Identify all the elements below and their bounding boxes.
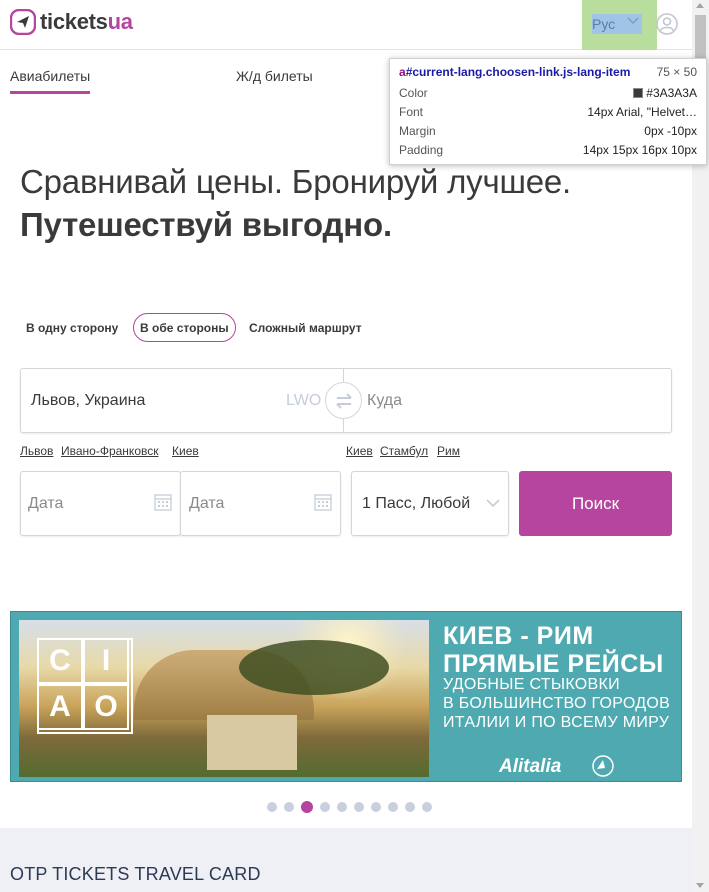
- quick-origin-link[interactable]: Львов: [20, 444, 53, 458]
- carousel-dot[interactable]: [388, 802, 398, 812]
- inspector-label: Font: [399, 104, 424, 119]
- chevron-down-icon: [486, 499, 500, 508]
- banner-title: ПРЯМЫЕ РЕЙСЫ: [443, 650, 664, 678]
- carousel-dot[interactable]: [337, 802, 347, 812]
- carousel-dot[interactable]: [301, 801, 313, 813]
- origin-input[interactable]: Львов, Украина: [31, 392, 145, 410]
- trip-round-trip[interactable]: В обе стороны: [133, 313, 236, 342]
- banner-subtitle: УДОБНЫЕ СТЫКОВКИ: [443, 676, 620, 693]
- logo[interactable]: ticketsua: [10, 9, 133, 35]
- inspector-label: Padding: [399, 142, 444, 157]
- color-swatch: [633, 87, 644, 98]
- scroll-up-arrow[interactable]: [696, 3, 704, 8]
- trip-multi-city[interactable]: Сложный маршрут: [243, 313, 368, 342]
- section-title: OTP TICKETS TRAVEL CARD: [10, 864, 261, 884]
- tab-avia[interactable]: Авиабилеты: [10, 68, 90, 84]
- passengers-value: 1 Пасс, Любой: [362, 495, 471, 512]
- banner-title: КИЕВ - РИМ: [443, 622, 594, 650]
- calendar-icon: [314, 494, 332, 511]
- banner-subtitle: В БОЛЬШИНСТВО ГОРОДОВ: [443, 695, 671, 712]
- swap-button[interactable]: [325, 382, 362, 419]
- promo-banner[interactable]: C I A O КИЕВ - РИМ ПРЯМЫЕ РЕЙСЫ УДОБНЫЕ …: [10, 611, 682, 782]
- chevron-down-icon: [627, 17, 639, 25]
- tab-active-indicator: [10, 91, 90, 94]
- trip-one-way[interactable]: В одну сторону: [20, 313, 124, 342]
- return-date-placeholder: Дата: [189, 495, 225, 512]
- inspector-label: Color: [399, 85, 428, 100]
- inspector-value: 0px -10px: [644, 123, 697, 138]
- destination-input[interactable]: Куда: [367, 392, 402, 410]
- search-button[interactable]: Поиск: [519, 471, 672, 536]
- quick-destination-link[interactable]: Стамбул: [380, 444, 428, 458]
- hero-subheadline: Путешествуй выгодно.: [20, 206, 392, 243]
- devtools-inspector-tooltip: a#current-lang.choosen-link.js-lang-item…: [389, 58, 707, 165]
- inspector-value: #3A3A3A: [646, 85, 697, 100]
- calendar-icon: [154, 494, 172, 511]
- inspector-size: 75 × 50: [656, 65, 697, 79]
- quick-origin-link[interactable]: Киев: [172, 444, 199, 458]
- inspector-selector: a#current-lang.choosen-link.js-lang-item: [399, 65, 631, 79]
- ciao-logo: C I A O: [37, 638, 133, 734]
- carousel-dots: [267, 801, 432, 813]
- carousel-dot[interactable]: [354, 802, 364, 812]
- scroll-down-arrow[interactable]: [696, 883, 704, 888]
- origin-iata: LWO: [286, 392, 322, 409]
- quick-destination-link[interactable]: Киев: [346, 444, 373, 458]
- logo-icon: [10, 9, 36, 35]
- tab-rail[interactable]: Ж/д билеты: [236, 68, 313, 84]
- quick-destination-link[interactable]: Рим: [437, 444, 460, 458]
- inspector-value: 14px 15px 16px 10px: [582, 142, 697, 157]
- alitalia-logo: Alitalia: [499, 756, 562, 777]
- carousel-dot[interactable]: [284, 802, 294, 812]
- rome-photo: C I A O: [19, 620, 429, 777]
- carousel-dot[interactable]: [320, 802, 330, 812]
- swap-icon: [335, 392, 352, 409]
- current-lang[interactable]: Рус: [592, 16, 615, 32]
- carousel-dot[interactable]: [267, 802, 277, 812]
- banner-subtitle: ИТАЛИИ И ПО ВСЕМУ МИРУ: [443, 714, 670, 731]
- user-icon[interactable]: [656, 13, 678, 35]
- quick-origin-link[interactable]: Ивано-Франковск: [61, 444, 158, 458]
- alitalia-emblem-icon: [592, 755, 614, 777]
- logo-text: ticketsua: [40, 9, 133, 34]
- carousel-dot[interactable]: [405, 802, 415, 812]
- carousel-dot[interactable]: [422, 802, 432, 812]
- inspector-label: Margin: [399, 123, 436, 138]
- carousel-dot[interactable]: [371, 802, 381, 812]
- depart-date-placeholder: Дата: [28, 495, 64, 512]
- inspector-value: 14px Arial, "Helvet…: [587, 104, 697, 119]
- hero-headline: Сравнивай цены. Бронируй лучшее.: [20, 163, 572, 200]
